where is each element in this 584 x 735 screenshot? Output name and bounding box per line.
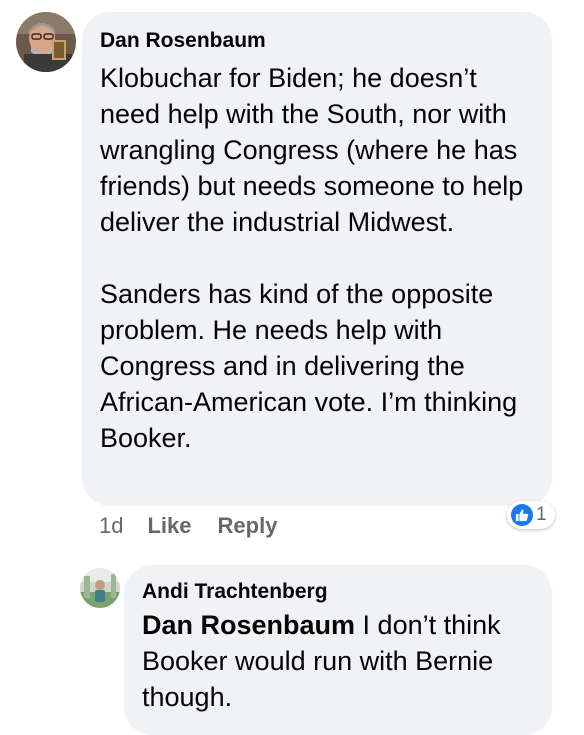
- reply-author-photo: [80, 568, 120, 608]
- reaction-count: 1: [536, 504, 547, 525]
- like-thumbs-up-icon: [511, 504, 533, 526]
- like-button[interactable]: Like: [147, 513, 191, 539]
- commenter-avatar[interactable]: [16, 12, 76, 72]
- comment-timestamp[interactable]: 1d: [99, 513, 123, 539]
- reply-avatar[interactable]: [80, 568, 120, 608]
- comment-author-name[interactable]: Dan Rosenbaum: [100, 26, 534, 56]
- comment-text: Klobuchar for Biden; he doesn’t need hel…: [100, 63, 524, 453]
- reply-mention-link[interactable]: Dan Rosenbaum: [142, 610, 355, 640]
- commenter-photo: [16, 12, 76, 72]
- reply-author-name[interactable]: Andi Trachtenberg: [142, 577, 534, 607]
- reply-text: Dan Rosenbaum I don’t think Booker would…: [142, 607, 542, 715]
- reaction-summary[interactable]: 1: [507, 501, 555, 529]
- comment-bubble: Dan Rosenbaum Klobuchar for Biden; he do…: [82, 12, 552, 506]
- reply-bubble: Andi Trachtenberg Dan Rosenbaum I don’t …: [124, 565, 552, 735]
- reply-button[interactable]: Reply: [218, 513, 278, 539]
- comment-actions: 1d Like Reply: [99, 510, 303, 542]
